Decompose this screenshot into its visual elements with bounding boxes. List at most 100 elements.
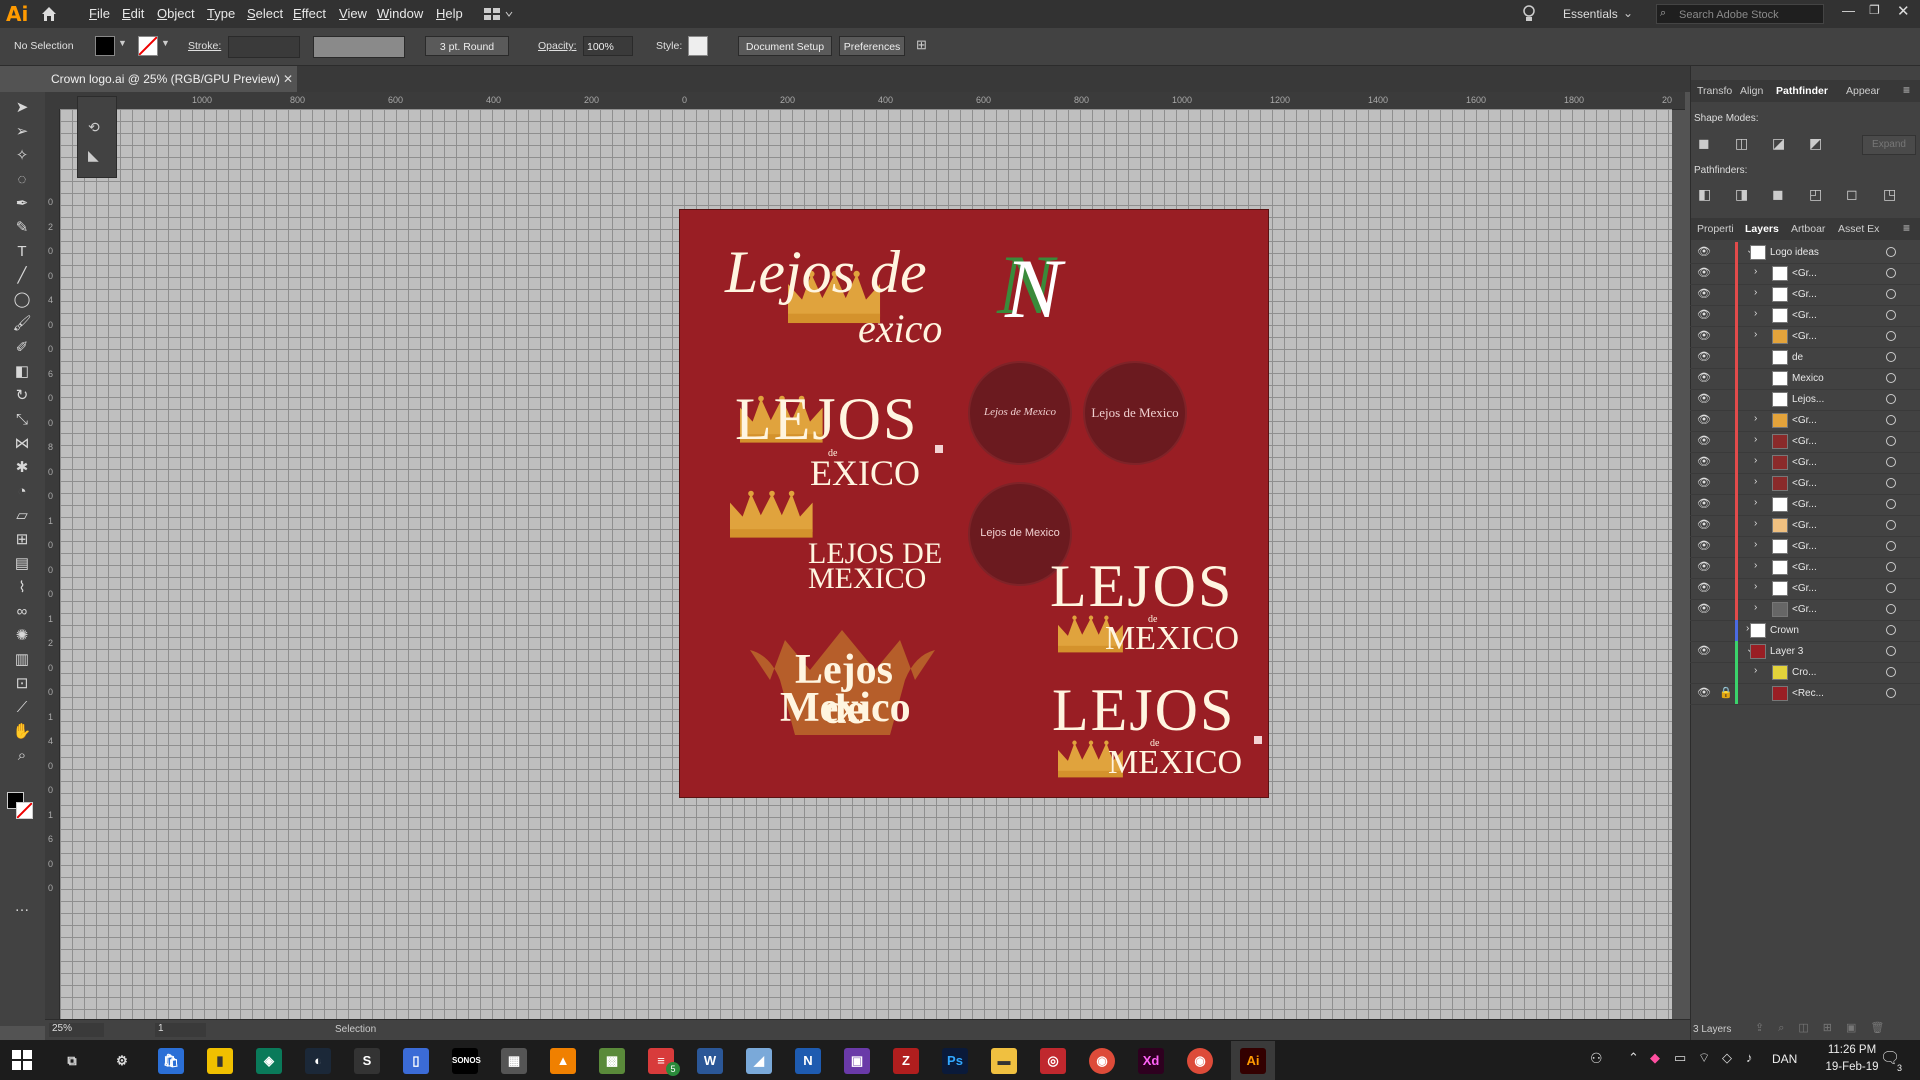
outline-icon[interactable]: ◻ xyxy=(1846,186,1858,203)
fill-swatch[interactable] xyxy=(95,36,115,56)
target-icon[interactable] xyxy=(1886,457,1896,467)
trim-icon[interactable]: ◨ xyxy=(1735,186,1748,203)
layer-row[interactable]: 👁 › <Gr... xyxy=(1690,284,1920,306)
chevron-right-icon[interactable]: › xyxy=(1754,413,1757,424)
preferences-button[interactable]: Preferences xyxy=(839,36,905,56)
direct-selection-tool-icon[interactable]: ➢ xyxy=(11,122,33,142)
chevron-right-icon[interactable]: › xyxy=(1754,581,1757,592)
unite-icon[interactable]: ◼ xyxy=(1698,135,1710,152)
visibility-eye-icon[interactable]: 👁 xyxy=(1697,686,1711,699)
sonos-icon[interactable]: SONOS xyxy=(452,1048,481,1074)
chevron-right-icon[interactable]: › xyxy=(1754,602,1757,613)
tab-align[interactable]: Align xyxy=(1740,85,1763,97)
task-view-icon[interactable]: ⧉ xyxy=(59,1048,85,1074)
tab-properties[interactable]: Properti xyxy=(1697,223,1734,235)
settings-icon[interactable]: ⚙ xyxy=(109,1048,135,1074)
volume-icon[interactable]: ♪ xyxy=(1746,1050,1753,1065)
visibility-eye-icon[interactable]: 👁 xyxy=(1697,308,1711,321)
zoom-tool-icon[interactable]: ⌕ xyxy=(11,746,33,766)
dropbox-icon[interactable]: ◇ xyxy=(1722,1050,1732,1066)
menu-effect[interactable]: Effect xyxy=(293,6,326,21)
minimize-icon[interactable]: — xyxy=(1842,3,1855,18)
target-icon[interactable] xyxy=(1886,331,1896,341)
vlc-icon[interactable]: ▲ xyxy=(550,1048,576,1074)
document-setup-button[interactable]: Document Setup xyxy=(738,36,832,56)
target-icon[interactable] xyxy=(1886,520,1896,530)
word-icon[interactable]: W xyxy=(697,1048,723,1074)
menu-edit[interactable]: Edit xyxy=(122,6,144,21)
menu-select[interactable]: Select xyxy=(247,6,283,21)
calculator-icon[interactable]: ▦ xyxy=(501,1048,527,1074)
brush-definition[interactable]: 3 pt. Round xyxy=(425,36,509,56)
layer-row[interactable]: 👁 › <Gr... xyxy=(1690,536,1920,558)
tab-artboards[interactable]: Artboar xyxy=(1791,223,1825,235)
illustrator-taskbar-icon[interactable]: Ai xyxy=(1240,1048,1266,1074)
stroke-swatch[interactable] xyxy=(138,36,158,56)
chevron-right-icon[interactable]: › xyxy=(1754,476,1757,487)
target-icon[interactable] xyxy=(1886,478,1896,488)
layer-row[interactable]: 👁 Mexico xyxy=(1690,368,1920,390)
zoom-level-input[interactable]: 25% xyxy=(49,1023,104,1037)
visibility-eye-icon[interactable]: 👁 xyxy=(1697,560,1711,573)
merge-icon[interactable]: ◼ xyxy=(1772,186,1784,203)
layer-row[interactable]: 👁 › <Gr... xyxy=(1690,305,1920,327)
target-icon[interactable] xyxy=(1886,667,1896,677)
target-icon[interactable] xyxy=(1886,499,1896,509)
stroke-color-icon[interactable] xyxy=(16,802,33,819)
chevron-right-icon[interactable]: › xyxy=(1754,455,1757,466)
visibility-eye-icon[interactable]: 👁 xyxy=(1697,329,1711,342)
layer-row[interactable]: › Cro... xyxy=(1690,662,1920,684)
symbol-sprayer-icon[interactable]: ✺ xyxy=(11,626,33,646)
layer-row[interactable]: 👁 › <Gr... xyxy=(1690,599,1920,621)
eyedropper-icon[interactable]: ⌇ xyxy=(11,578,33,598)
chevron-up-icon[interactable]: ⌃ xyxy=(1628,1050,1639,1066)
panel-menu-icon[interactable]: ≡ xyxy=(1903,221,1910,235)
new-sublayer-icon[interactable]: ⊞ xyxy=(1823,1022,1846,1034)
chevron-right-icon[interactable]: › xyxy=(1754,329,1757,340)
target-icon[interactable] xyxy=(1886,541,1896,551)
target-icon[interactable] xyxy=(1886,310,1896,320)
opacity-input[interactable]: 100% xyxy=(583,36,633,56)
menu-object[interactable]: Object xyxy=(157,6,195,21)
layer-row[interactable]: 👁 › <Gr... xyxy=(1690,557,1920,579)
tab-layers[interactable]: Layers xyxy=(1745,223,1779,235)
battery-icon[interactable]: ▭ xyxy=(1674,1050,1686,1066)
menu-type[interactable]: Type xyxy=(207,6,235,21)
input-language[interactable]: DAN xyxy=(1772,1052,1797,1066)
target-icon[interactable] xyxy=(1886,394,1896,404)
chrome-icon[interactable]: ◉ xyxy=(1089,1048,1115,1074)
expand-button[interactable]: Expand xyxy=(1862,135,1916,155)
layer-row[interactable]: 👁 › <Gr... xyxy=(1690,494,1920,516)
chevron-right-icon[interactable]: › xyxy=(1754,266,1757,277)
rotate-view-icon[interactable]: ⟲ xyxy=(88,119,100,136)
mesh-tool-icon[interactable]: ⊞ xyxy=(11,530,33,550)
vpn-icon[interactable]: ◈ xyxy=(256,1048,282,1074)
target-icon[interactable] xyxy=(1886,436,1896,446)
app-icon[interactable]: S xyxy=(354,1048,380,1074)
lock-icon[interactable]: 🔒 xyxy=(1719,686,1733,699)
chevron-right-icon[interactable]: › xyxy=(1754,665,1757,676)
clip-mask-icon[interactable]: ◫ xyxy=(1798,1022,1822,1034)
minus-front-icon[interactable]: ◫ xyxy=(1735,135,1748,152)
notes-icon[interactable]: ▯ xyxy=(403,1048,429,1074)
layer-row[interactable]: 👁 › <Gr... xyxy=(1690,578,1920,600)
artboard-number-input[interactable]: 1 xyxy=(155,1023,206,1037)
layer-row[interactable]: 👁 Lejos... xyxy=(1690,389,1920,411)
intersect-icon[interactable]: ◪ xyxy=(1772,135,1785,152)
puppet-warp-icon[interactable]: ✱ xyxy=(11,458,33,478)
target-icon[interactable] xyxy=(1886,373,1896,383)
print-tiling-icon[interactable]: ◣ xyxy=(88,147,99,164)
visibility-eye-icon[interactable]: 👁 xyxy=(1697,497,1711,510)
tab-appearance[interactable]: Appear xyxy=(1846,85,1880,97)
visibility-eye-icon[interactable]: 👁 xyxy=(1697,371,1711,384)
target-icon[interactable] xyxy=(1886,604,1896,614)
chevron-right-icon[interactable]: › xyxy=(1754,560,1757,571)
layer-row[interactable]: 👁⌄Layer 3 xyxy=(1690,641,1920,663)
more-tools-icon[interactable]: … xyxy=(11,897,33,917)
tray-app-icon[interactable]: ◆ xyxy=(1650,1050,1660,1066)
layer-row[interactable]: 👁 › <Gr... xyxy=(1690,263,1920,285)
paint-icon[interactable]: ◢ xyxy=(746,1048,772,1074)
visibility-eye-icon[interactable]: 👁 xyxy=(1697,266,1711,279)
line-tool-icon[interactable]: ╱ xyxy=(11,266,33,286)
target-icon[interactable] xyxy=(1886,415,1896,425)
